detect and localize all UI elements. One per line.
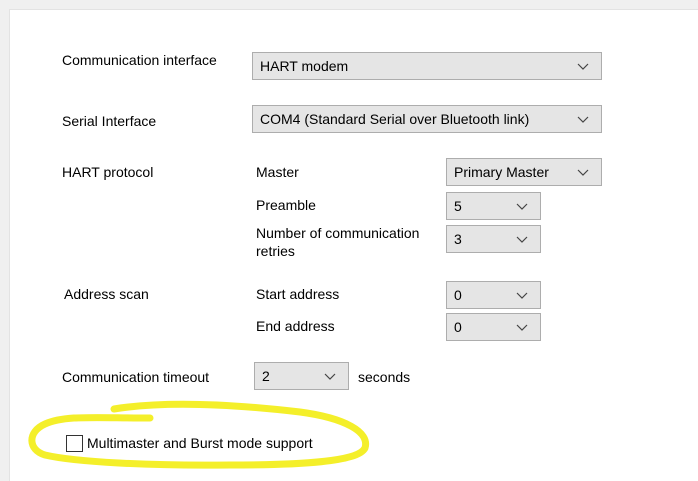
start-address-dropdown[interactable]: 0 bbox=[446, 281, 541, 309]
end-address-dropdown[interactable]: 0 bbox=[446, 313, 541, 341]
communication-timeout-label: Communication timeout bbox=[62, 369, 210, 385]
serial-interface-value: COM4 (Standard Serial over Bluetooth lin… bbox=[260, 111, 530, 127]
chevron-down-icon bbox=[516, 203, 528, 210]
end-address-value: 0 bbox=[454, 319, 462, 335]
preamble-value: 5 bbox=[454, 198, 462, 214]
address-scan-label: Address scan bbox=[64, 286, 149, 302]
chevron-down-icon bbox=[516, 324, 528, 331]
panel-left-background bbox=[0, 0, 9, 481]
chevron-down-icon bbox=[324, 373, 336, 380]
chevron-down-icon bbox=[516, 292, 528, 299]
preamble-label: Preamble bbox=[256, 197, 316, 213]
chevron-down-icon bbox=[516, 236, 528, 243]
master-value: Primary Master bbox=[454, 164, 549, 180]
end-address-label: End address bbox=[256, 318, 335, 334]
start-address-label: Start address bbox=[256, 286, 340, 302]
chevron-down-icon bbox=[577, 63, 589, 70]
multimaster-label[interactable]: Multimaster and Burst mode support bbox=[87, 435, 313, 452]
master-dropdown[interactable]: Primary Master bbox=[446, 158, 602, 186]
panel-top-border bbox=[9, 9, 698, 10]
chevron-down-icon bbox=[577, 116, 589, 123]
retries-value: 3 bbox=[454, 231, 462, 247]
multimaster-checkbox[interactable] bbox=[66, 435, 83, 452]
timeout-unit-label: seconds bbox=[358, 369, 411, 385]
hart-protocol-label: HART protocol bbox=[62, 164, 154, 180]
master-label: Master bbox=[256, 164, 299, 180]
panel-left-border bbox=[9, 9, 10, 481]
retries-label-line2: retries bbox=[256, 243, 295, 259]
serial-interface-label: Serial Interface bbox=[62, 113, 157, 129]
communication-interface-value: HART modem bbox=[260, 58, 349, 74]
preamble-dropdown[interactable]: 5 bbox=[446, 192, 541, 220]
communication-timeout-dropdown[interactable]: 2 bbox=[254, 362, 349, 390]
settings-panel: Communication interface HART modem Seria… bbox=[0, 0, 698, 481]
communication-interface-label: Communication interface bbox=[62, 52, 217, 68]
serial-interface-dropdown[interactable]: COM4 (Standard Serial over Bluetooth lin… bbox=[252, 105, 602, 133]
retries-label-line1: Number of communication bbox=[256, 225, 420, 241]
chevron-down-icon bbox=[577, 169, 589, 176]
retries-dropdown[interactable]: 3 bbox=[446, 225, 541, 253]
communication-interface-dropdown[interactable]: HART modem bbox=[252, 52, 602, 80]
start-address-value: 0 bbox=[454, 287, 462, 303]
communication-timeout-value: 2 bbox=[262, 368, 270, 384]
panel-top-background bbox=[0, 0, 698, 9]
